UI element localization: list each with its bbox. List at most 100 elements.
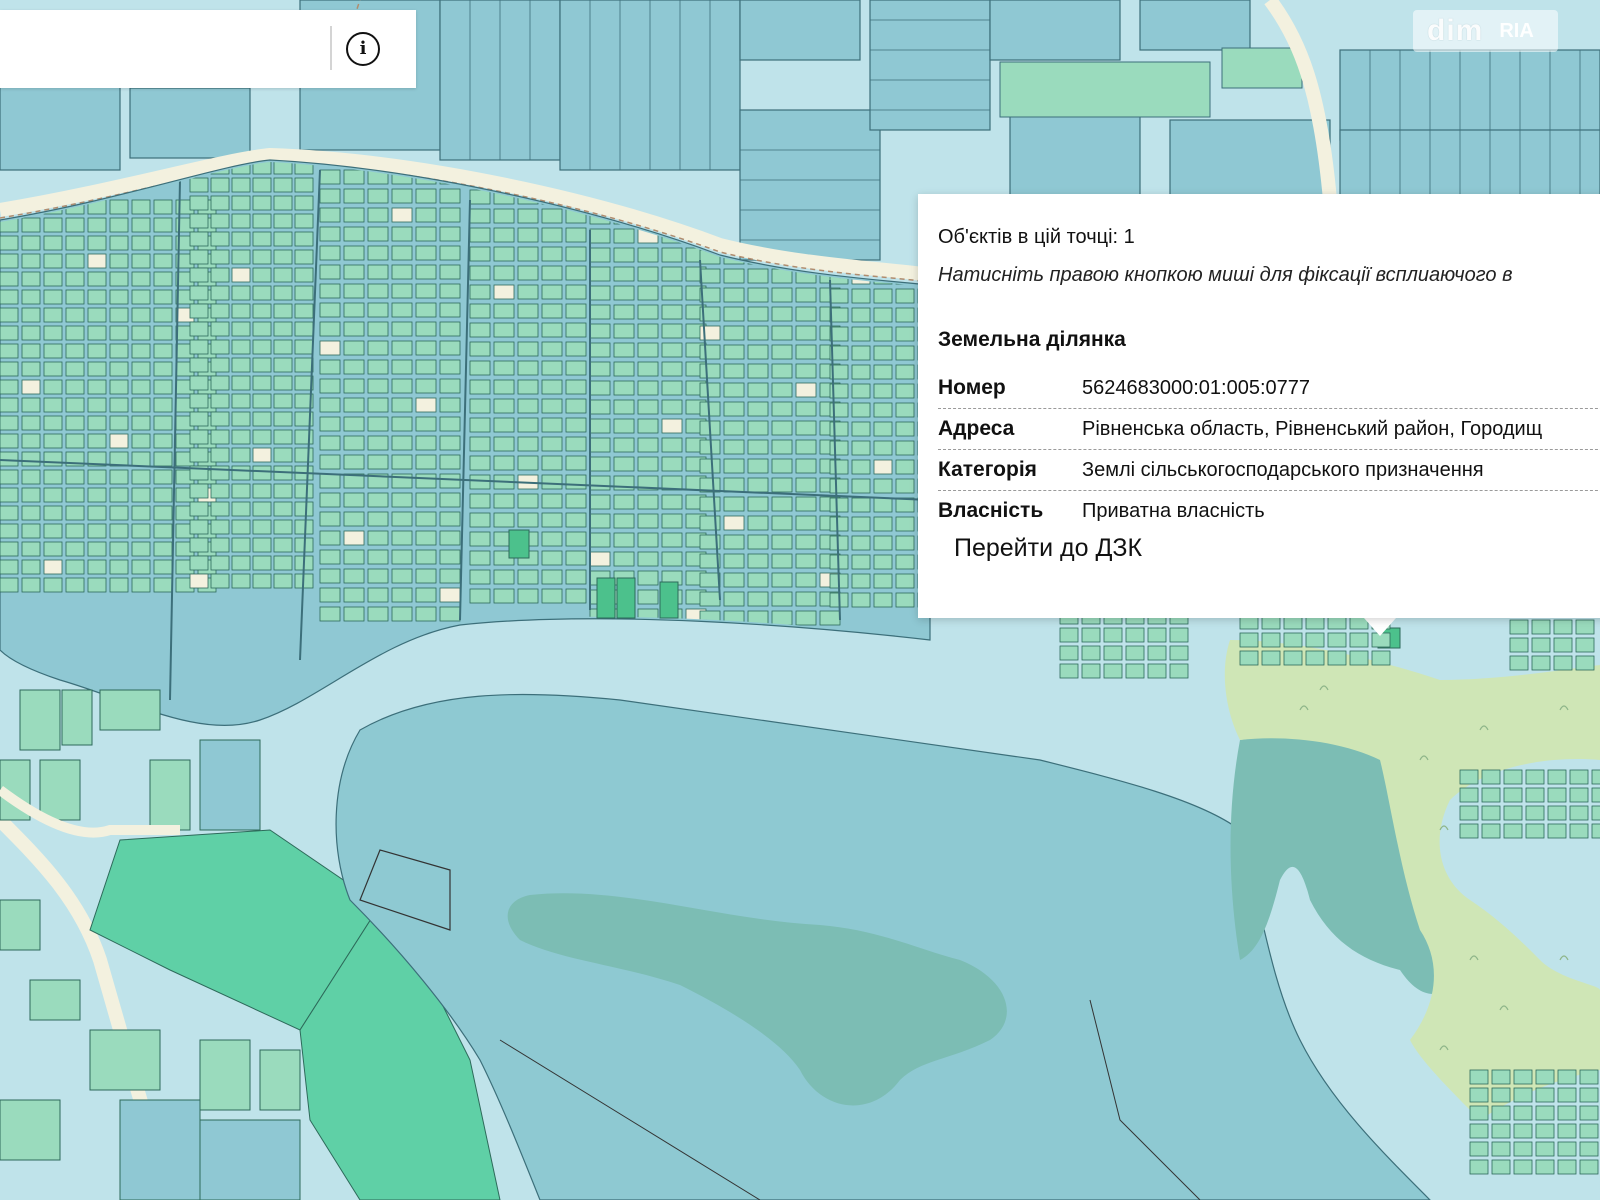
watermark-logo: RIA — [1499, 19, 1534, 42]
land-parcel — [1579, 1123, 1599, 1139]
land-parcel — [565, 436, 587, 452]
land-parcel — [343, 264, 365, 280]
land-parcel — [43, 379, 63, 395]
land-parcel — [469, 455, 491, 471]
land-parcel — [189, 267, 209, 283]
land-parcel — [319, 606, 341, 622]
land-parcel — [43, 433, 63, 449]
land-parcel — [273, 249, 293, 265]
land-parcel — [43, 469, 63, 485]
land-parcel — [1059, 663, 1079, 679]
land-parcel — [439, 416, 461, 432]
land-parcel — [109, 415, 129, 431]
land-parcel — [87, 505, 107, 521]
search-input[interactable] — [0, 10, 320, 88]
land-parcel — [589, 247, 611, 263]
land-parcel — [541, 417, 563, 433]
land-parcel — [415, 511, 437, 527]
land-parcel — [829, 535, 849, 551]
land-parcel — [109, 235, 129, 251]
land-parcel — [210, 177, 230, 193]
land-parcel — [231, 483, 251, 499]
land-parcel — [189, 321, 209, 337]
land-parcel — [895, 326, 915, 342]
land-parcel — [565, 398, 587, 414]
land-parcel — [294, 303, 314, 319]
land-parcel — [343, 568, 365, 584]
land-parcel — [210, 411, 230, 427]
land-parcel — [493, 398, 515, 414]
land-parcel — [723, 591, 745, 607]
land-parcel — [252, 321, 272, 337]
land-parcel — [87, 217, 107, 233]
land-parcel — [415, 359, 437, 375]
land-parcel — [87, 415, 107, 431]
land-parcel — [771, 306, 793, 322]
land-parcel — [517, 512, 539, 528]
land-parcel — [343, 340, 365, 356]
land-parcel — [469, 208, 491, 224]
land-parcel — [1557, 1141, 1577, 1157]
land-parcel — [0, 271, 19, 287]
land-parcel — [1081, 627, 1101, 643]
attribute-key: Власність — [938, 499, 1044, 522]
land-parcel — [517, 398, 539, 414]
land-parcel — [367, 549, 389, 565]
land-parcel — [493, 208, 515, 224]
land-parcel — [189, 519, 209, 535]
land-parcel — [131, 343, 151, 359]
land-parcel — [43, 559, 63, 575]
popup-heading: Земельна ділянка — [938, 328, 1126, 351]
land-parcel — [131, 433, 151, 449]
land-parcel — [0, 433, 19, 449]
land-parcel — [252, 537, 272, 553]
land-parcel — [1513, 1069, 1533, 1085]
land-parcel — [565, 246, 587, 262]
land-parcel — [637, 285, 659, 301]
land-parcel — [589, 399, 611, 415]
attribute-row-number: Номер 5624683000:01:005:0777 — [938, 368, 1600, 409]
land-parcel — [1459, 787, 1479, 803]
land-parcel — [21, 271, 41, 287]
land-parcel — [637, 266, 659, 282]
land-parcel — [613, 437, 635, 453]
land-parcel — [637, 323, 659, 339]
land-parcel — [43, 523, 63, 539]
info-icon-button[interactable]: i — [346, 32, 380, 66]
land-parcel — [109, 397, 129, 413]
land-parcel — [469, 588, 491, 604]
land-parcel — [723, 572, 745, 588]
land-parcel — [273, 519, 293, 535]
land-parcel — [895, 592, 915, 608]
land-parcel — [771, 401, 793, 417]
land-parcel — [189, 285, 209, 301]
land-parcel — [252, 411, 272, 427]
land-parcel — [613, 361, 635, 377]
land-parcel — [65, 217, 85, 233]
land-parcel — [469, 493, 491, 509]
land-parcel — [367, 245, 389, 261]
parcel-info-popup[interactable]: Об'єктів в цій точці: 1 Натисніть правою… — [918, 194, 1600, 618]
land-parcel — [747, 439, 769, 455]
land-parcel — [319, 473, 341, 489]
land-parcel — [469, 246, 491, 262]
land-parcel — [613, 285, 635, 301]
land-parcel — [1553, 655, 1573, 671]
land-parcel — [613, 247, 635, 263]
land-parcel — [1125, 645, 1145, 661]
land-parcel — [294, 357, 314, 373]
land-parcel — [231, 249, 251, 265]
land-parcel — [21, 469, 41, 485]
land-parcel — [273, 213, 293, 229]
land-parcel — [747, 515, 769, 531]
land-parcel — [319, 549, 341, 565]
land-parcel — [541, 303, 563, 319]
land-parcel — [231, 339, 251, 355]
land-parcel — [189, 447, 209, 463]
land-parcel — [252, 177, 272, 193]
land-parcel — [747, 401, 769, 417]
info-icon: i — [359, 38, 367, 59]
go-to-dzk-link[interactable]: Перейти до ДЗК — [954, 534, 1142, 563]
land-parcel — [589, 456, 611, 472]
land-parcel — [1261, 650, 1281, 666]
